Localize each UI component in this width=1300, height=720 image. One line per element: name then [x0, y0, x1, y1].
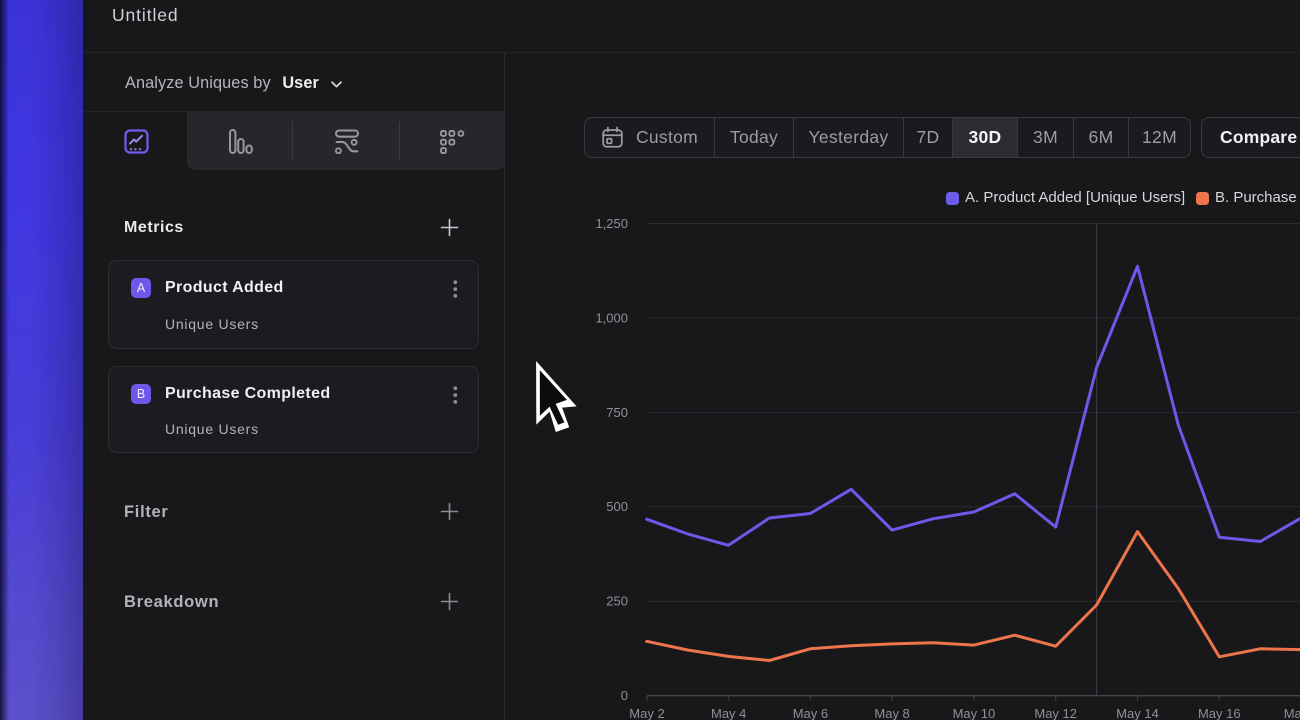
- svg-text:1,250: 1,250: [595, 216, 628, 231]
- svg-text:500: 500: [606, 499, 628, 514]
- svg-text:250: 250: [606, 594, 628, 609]
- svg-text:May 12: May 12: [1034, 706, 1077, 720]
- svg-text:May: May: [1284, 706, 1300, 720]
- svg-text:May 4: May 4: [711, 706, 746, 720]
- svg-text:May 2: May 2: [629, 706, 664, 720]
- svg-text:May 16: May 16: [1198, 706, 1241, 720]
- svg-text:May 10: May 10: [953, 706, 996, 720]
- svg-text:May 8: May 8: [874, 706, 909, 720]
- svg-text:0: 0: [621, 688, 628, 703]
- svg-text:May 6: May 6: [793, 706, 828, 720]
- svg-text:May 14: May 14: [1116, 706, 1159, 720]
- svg-text:750: 750: [606, 405, 628, 420]
- svg-text:1,000: 1,000: [595, 311, 628, 326]
